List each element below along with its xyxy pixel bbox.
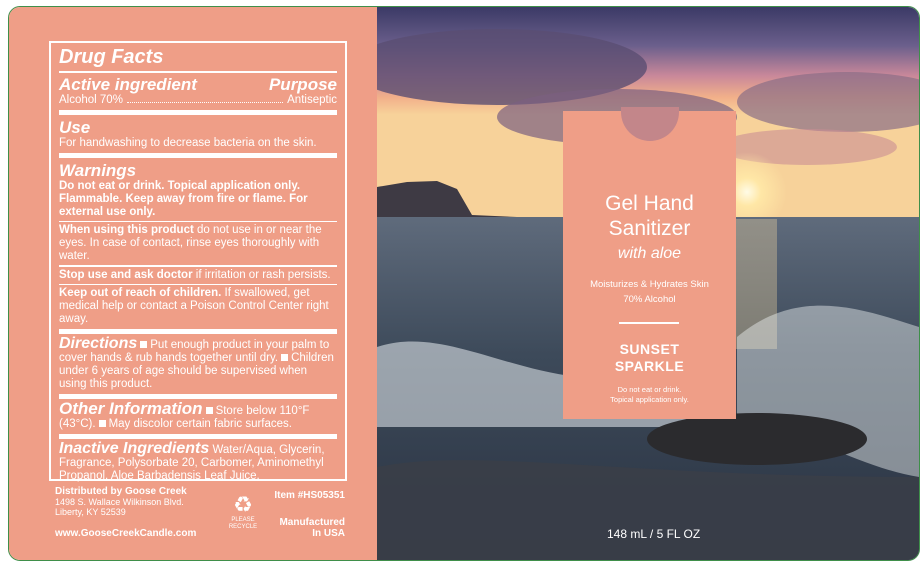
other-heading: Other Information — [59, 399, 203, 418]
divider — [59, 109, 337, 115]
recycle-text-2: RECYCLE — [228, 524, 258, 530]
recycle-text-1: PLEASE — [231, 517, 255, 523]
manufactured-line-1: Manufactured — [279, 517, 345, 528]
manufactured: Manufactured In USA — [279, 517, 345, 539]
warnings-text: Do not eat or drink. Topical application… — [59, 179, 308, 218]
address-line-1: 1498 S. Wallace Wilkinson Blvd. — [55, 497, 184, 507]
back-panel: Drug Facts Active ingredient Purpose Alc… — [9, 7, 377, 560]
divider — [59, 265, 337, 267]
recycle-icon: ♻ — [233, 492, 253, 517]
divider — [59, 220, 337, 222]
drug-facts-box: Drug Facts Active ingredient Purpose Alc… — [49, 41, 347, 483]
when-using-heading: When using this product — [59, 224, 194, 236]
square-bullet-icon — [205, 407, 213, 415]
divider — [59, 283, 337, 285]
active-heading-row: Active ingredient Purpose — [59, 75, 337, 94]
scent-name: SUNSET SPARKLE — [563, 341, 736, 375]
use-text: For handwashing to decrease bacteria on … — [59, 136, 317, 149]
use-heading: Use — [59, 117, 91, 137]
when-using: When using this product do not use in or… — [59, 224, 337, 263]
warnings-heading: Warnings — [59, 160, 137, 180]
item-number: Item #HS05351 — [274, 490, 345, 501]
directions: Directions Put enough product in your pal… — [59, 335, 337, 391]
directions-heading: Directions — [59, 335, 138, 352]
website: www.GooseCreekCandle.com — [55, 528, 197, 539]
square-bullet-icon — [140, 341, 148, 349]
front-warning: Do not eat or drink. Topical application… — [563, 385, 736, 405]
scent-name-line-1: SUNSET — [619, 341, 680, 357]
dot-leader — [126, 101, 284, 103]
claim-text: Moisturizes & Hydrates Skin — [590, 279, 709, 290]
address-line-2: Liberty, KY 52539 — [55, 507, 126, 517]
inactive-heading: Inactive Ingredients — [59, 440, 210, 457]
scent-name-line-2: SPARKLE — [614, 358, 685, 374]
active-heading: Active ingredient — [59, 74, 197, 94]
product-title: Gel Hand Sanitizer — [563, 191, 736, 241]
distributor-name: Distributed by Goose Creek — [55, 486, 187, 497]
inactive-ingredients: Inactive Ingredients Water/Aqua, Glyceri… — [59, 440, 337, 483]
stop-use: Stop use and ask doctor if irritation or… — [59, 269, 337, 282]
keep-out: Keep out of reach of children. If swallo… — [59, 287, 337, 326]
divider — [59, 152, 337, 158]
drug-facts-title: Drug Facts — [59, 46, 164, 68]
product-claims: Moisturizes & Hydrates Skin 70% Alcohol — [563, 277, 736, 307]
other-information: Other Information Store below 110°F (43°C… — [59, 399, 337, 431]
active-name: Alcohol 70% — [59, 93, 123, 106]
manufactured-line-2: In USA — [312, 528, 345, 539]
divider — [619, 322, 679, 324]
front-warning-line-1: Do not eat or drink. — [617, 385, 682, 394]
product-subtitle: with aloe — [617, 245, 682, 262]
front-label-tag: Gel Hand Sanitizer with aloe Moisturizes… — [563, 111, 736, 419]
divider — [59, 329, 337, 334]
front-warning-line-2: Topical application only. — [610, 395, 689, 404]
active-purpose: Antiseptic — [287, 93, 337, 106]
square-bullet-icon — [98, 420, 106, 428]
stop-use-heading: Stop use and ask doctor — [59, 268, 193, 281]
net-volume: 148 mL / 5 FL OZ — [607, 527, 701, 541]
stop-use-text: if irritation or rash persists. — [195, 268, 331, 281]
other-text-2: May discolor certain fabric surfaces. — [108, 418, 292, 430]
alcohol-text: 70% Alcohol — [623, 294, 676, 305]
divider — [59, 71, 337, 73]
product-title-line-2: Sanitizer — [608, 217, 691, 240]
keep-out-heading: Keep out of reach of children. — [59, 287, 222, 299]
square-bullet-icon — [281, 354, 289, 362]
purpose-heading: Purpose — [268, 74, 337, 94]
product-title-line-1: Gel Hand — [605, 192, 694, 215]
recycle-block: ♻ PLEASE RECYCLE — [223, 493, 263, 531]
divider — [59, 434, 337, 439]
distributor-block: Distributed by Goose Creek 1498 S. Walla… — [55, 486, 205, 518]
active-row: Alcohol 70% Antiseptic — [59, 94, 337, 107]
product-label: Drug Facts Active ingredient Purpose Alc… — [8, 6, 920, 561]
